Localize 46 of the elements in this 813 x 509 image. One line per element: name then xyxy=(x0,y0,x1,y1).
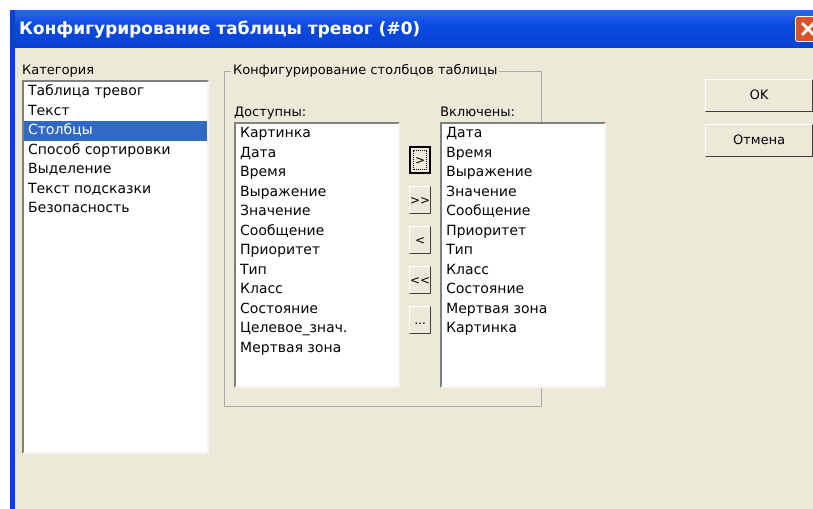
available-item[interactable]: Тип xyxy=(236,260,398,280)
included-item[interactable]: Значение xyxy=(442,182,604,202)
move-button[interactable]: << xyxy=(409,266,432,294)
category-label: Категория xyxy=(22,62,96,80)
included-item[interactable]: Состояние xyxy=(442,280,604,300)
close-icon xyxy=(799,20,813,38)
included-item[interactable]: Тип xyxy=(442,241,604,260)
available-list[interactable]: Картинка Дата Время Выражение Значение Сообщение Приоритет Тип Класс Состояние Целевое_знач. Мертвая зона xyxy=(234,122,400,388)
category-item[interactable]: Выделение xyxy=(24,160,207,180)
move-button[interactable]: >> xyxy=(409,186,432,214)
available-item[interactable]: Целевое_знач. xyxy=(236,319,398,338)
available-item[interactable]: Приоритет xyxy=(236,241,398,260)
included-item[interactable]: Приоритет xyxy=(442,222,604,241)
available-label: Доступны: xyxy=(234,104,308,122)
included-item[interactable]: Картинка xyxy=(442,319,604,338)
included-label: Включены: xyxy=(440,104,516,122)
category-item[interactable]: Текст подсказки xyxy=(24,180,207,199)
included-item[interactable]: Выражение xyxy=(442,163,604,182)
included-item[interactable]: Дата xyxy=(442,124,604,144)
move-button[interactable]: ... xyxy=(409,306,432,334)
included-item[interactable]: Мертвая зона xyxy=(442,300,604,319)
available-item[interactable]: Выражение xyxy=(236,182,398,202)
category-list[interactable]: Таблица тревог Текст Столбцы Способ сортировки Выделение Текст подсказки Безопасность xyxy=(22,80,209,454)
category-item[interactable]: Таблица тревог xyxy=(24,82,207,102)
included-list[interactable]: Дата Время Выражение Значение Сообщение Приоритет Тип Класс Состояние Мертвая зона Картинка xyxy=(440,122,606,388)
available-item[interactable]: Сообщение xyxy=(236,222,398,241)
available-item[interactable]: Состояние xyxy=(236,300,398,319)
included-item[interactable]: Класс xyxy=(442,260,604,280)
move-button[interactable]: < xyxy=(409,226,432,254)
group-title: Конфигурирование столбцов таблицы xyxy=(231,63,500,78)
cancel-button[interactable]: Отмена xyxy=(705,124,813,157)
category-item[interactable]: Текст xyxy=(24,102,207,121)
move-button[interactable]: > xyxy=(409,146,432,174)
available-item[interactable]: Мертвая зона xyxy=(236,338,398,358)
ok-button[interactable]: OK xyxy=(705,79,813,112)
category-item[interactable]: Способ сортировки xyxy=(24,140,207,160)
included-item[interactable]: Сообщение xyxy=(442,202,604,222)
available-item[interactable]: Класс xyxy=(236,280,398,300)
available-item[interactable]: Значение xyxy=(236,202,398,222)
available-item[interactable]: Картинка xyxy=(236,124,398,144)
available-item[interactable]: Дата xyxy=(236,144,398,163)
category-item[interactable]: Безопасность xyxy=(24,199,207,218)
available-item[interactable]: Время xyxy=(236,163,398,182)
window-title: Конфигурирование таблицы тревог (#0) xyxy=(19,19,420,39)
included-item[interactable]: Время xyxy=(442,144,604,163)
category-item[interactable]: Столбцы xyxy=(24,121,207,140)
